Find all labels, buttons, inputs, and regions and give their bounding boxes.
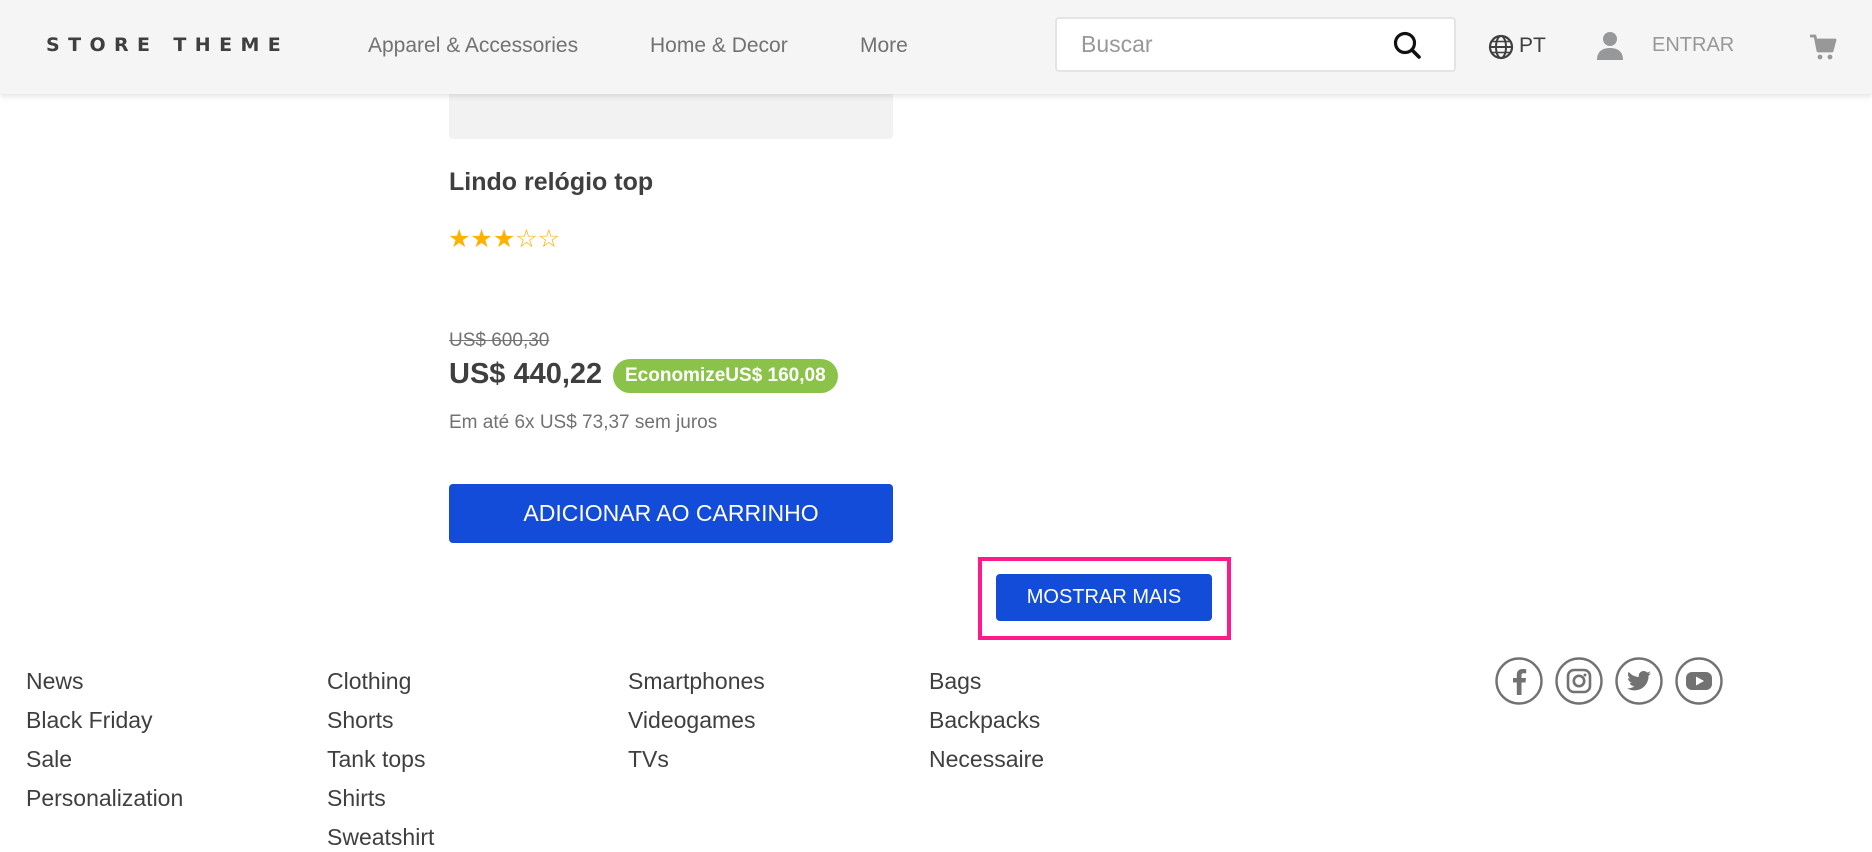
nav-item-more[interactable]: More bbox=[860, 34, 908, 58]
footer-link-personalization[interactable]: Personalization bbox=[26, 779, 183, 818]
footer-column-2: Clothing Shorts Tank tops Shirts Sweatsh… bbox=[327, 662, 434, 852]
search-bar bbox=[1055, 17, 1456, 72]
installments-text: Em até 6x US$ 73,37 sem juros bbox=[449, 412, 718, 433]
footer-column-1: News Black Friday Sale Personalization bbox=[26, 662, 183, 818]
savings-badge: EconomizeUS$ 160,08 bbox=[613, 359, 838, 393]
footer-link-backpacks[interactable]: Backpacks bbox=[929, 701, 1044, 740]
locale-label: PT bbox=[1519, 34, 1546, 57]
footer-link-shirts[interactable]: Shirts bbox=[327, 779, 434, 818]
instagram-link[interactable] bbox=[1555, 657, 1603, 705]
footer-link-videogames[interactable]: Videogames bbox=[628, 701, 765, 740]
footer-link-clothing[interactable]: Clothing bbox=[327, 662, 434, 701]
nav-item-home-decor[interactable]: Home & Decor bbox=[650, 34, 788, 58]
nav-item-apparel[interactable]: Apparel & Accessories bbox=[368, 34, 578, 58]
store-logo[interactable]: STORE THEME bbox=[46, 34, 289, 56]
site-header: STORE THEME Apparel & Accessories Home &… bbox=[0, 0, 1872, 94]
list-price: US$ 600,30 bbox=[449, 330, 550, 351]
show-more-button[interactable]: MOSTRAR MAIS bbox=[996, 574, 1212, 621]
footer-column-3: Smartphones Videogames TVs bbox=[628, 662, 765, 779]
footer-link-news[interactable]: News bbox=[26, 662, 183, 701]
add-to-cart-button[interactable]: ADICIONAR AO CARRINHO bbox=[449, 484, 893, 543]
footer-link-bags[interactable]: Bags bbox=[929, 662, 1044, 701]
footer-link-tank-tops[interactable]: Tank tops bbox=[327, 740, 434, 779]
facebook-link[interactable] bbox=[1495, 657, 1543, 705]
instagram-icon bbox=[1555, 657, 1603, 705]
product-rating-stars: ★★★☆☆ bbox=[448, 224, 561, 253]
twitter-icon bbox=[1615, 657, 1663, 705]
footer-link-tvs[interactable]: TVs bbox=[628, 740, 765, 779]
user-icon bbox=[1597, 32, 1623, 60]
selling-price: US$ 440,22 bbox=[449, 358, 603, 390]
search-icon bbox=[1393, 31, 1421, 59]
footer-column-4: Bags Backpacks Necessaire bbox=[929, 662, 1044, 779]
youtube-icon bbox=[1675, 657, 1723, 705]
minicart-button[interactable] bbox=[1808, 32, 1838, 62]
globe-icon bbox=[1488, 34, 1514, 60]
product-name[interactable]: Lindo relógio top bbox=[449, 168, 653, 197]
twitter-link[interactable] bbox=[1615, 657, 1663, 705]
footer-link-shorts[interactable]: Shorts bbox=[327, 701, 434, 740]
footer-link-black-friday[interactable]: Black Friday bbox=[26, 701, 183, 740]
search-input[interactable] bbox=[1081, 19, 1381, 70]
youtube-link[interactable] bbox=[1675, 657, 1723, 705]
footer-link-smartphones[interactable]: Smartphones bbox=[628, 662, 765, 701]
footer-link-sweatshirt[interactable]: Sweatshirt bbox=[327, 818, 434, 852]
facebook-icon bbox=[1495, 657, 1543, 705]
footer-link-sale[interactable]: Sale bbox=[26, 740, 183, 779]
cart-icon bbox=[1810, 34, 1837, 60]
footer-link-necessaire[interactable]: Necessaire bbox=[929, 740, 1044, 779]
login-label: ENTRAR bbox=[1652, 34, 1735, 56]
search-button[interactable] bbox=[1391, 29, 1425, 63]
